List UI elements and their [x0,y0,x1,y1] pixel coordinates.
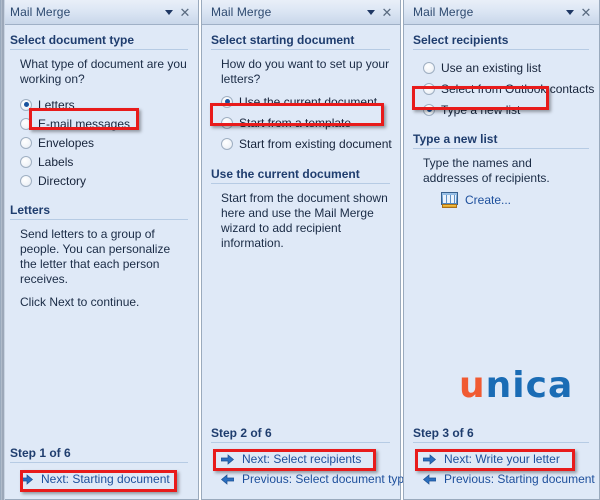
titlebar-title: Mail Merge [413,5,474,19]
close-icon[interactable]: ✕ [177,3,193,21]
radio-indicator [20,117,32,130]
radio-option-start-from-template[interactable]: Start from a template [221,112,392,133]
radio-label: E-mail messages [38,116,131,131]
close-icon[interactable]: ✕ [379,3,395,21]
create-recipient-list-link[interactable]: Create... [441,192,591,208]
close-icon[interactable]: ✕ [578,3,594,21]
logo-part-nica: nica [485,365,574,406]
recipients-radio-group: Use an existing list Select from Outlook… [423,57,595,120]
next-step-label: Next: Write your letter [444,452,560,466]
radio-indicator [423,82,435,95]
spreadsheet-icon [441,192,458,208]
radio-option-start-from-existing-document[interactable]: Start from existing document [221,133,392,154]
create-link-label: Create... [465,193,512,207]
radio-label: Type a new list [441,102,521,117]
radio-indicator [221,137,233,150]
previous-step-link[interactable]: Previous: Select document type [221,469,411,489]
radio-indicator [20,155,32,168]
unica-logo: unica [459,368,573,404]
detail-heading: Use the current document [211,167,390,184]
pane-body-step1: Select document type What type of docume… [1,25,198,446]
radio-option-labels[interactable]: Labels [20,152,190,171]
radio-indicator [20,98,32,111]
next-step-label: Next: Starting document [41,472,170,486]
pane-body-step3: Select recipients Use an existing list S… [404,25,599,426]
radio-label: Labels [38,154,74,169]
radio-label: Use the current document [239,94,378,109]
titlebar-step3: Mail Merge ✕ [404,0,599,25]
chevron-down-icon[interactable] [363,3,379,21]
radio-label: Directory [38,173,87,188]
section-heading: Select starting document [211,33,390,50]
radio-option-use-existing-list[interactable]: Use an existing list [423,57,591,78]
starting-document-radio-group: Use the current document Start from a te… [221,91,392,154]
mail-merge-wizard-screenshot: Mail Merge ✕ Select document type What t… [0,0,600,500]
previous-step-link[interactable]: Previous: Starting document [423,469,595,489]
radio-indicator [221,95,233,108]
previous-step-label: Previous: Starting document [444,472,595,486]
radio-label: Start from a template [239,115,352,130]
detail-text-secondary: Click Next to continue. [20,295,140,309]
arrow-left-icon [221,473,234,485]
radio-option-select-from-outlook-contacts[interactable]: Select from Outlook contacts [423,78,595,99]
step-indicator: Step 3 of 6 [413,426,589,443]
section-heading: Select document type [10,33,188,50]
next-step-link[interactable]: Next: Select recipients [221,449,392,469]
titlebar-step2: Mail Merge ✕ [202,0,400,25]
section-question: What type of document are you working on… [20,57,187,86]
pane-footer-step2: Step 2 of 6 Next: Select recipients Prev… [202,426,411,499]
radio-label: Use an existing list [441,60,542,75]
radio-option-type-a-new-list[interactable]: Type a new list [423,99,591,120]
detail-text-primary: Send letters to a group of people. You c… [20,227,171,286]
radio-option-email-messages[interactable]: E-mail messages [20,114,190,133]
radio-indicator [20,174,32,187]
detail-heading: Letters [10,203,188,220]
titlebar-title: Mail Merge [211,5,272,19]
step-indicator: Step 2 of 6 [211,426,390,443]
section-question: How do you want to set up your letters? [221,57,390,86]
radio-option-envelopes[interactable]: Envelopes [20,133,190,152]
pane-footer-step3: Step 3 of 6 Next: Write your letter Prev… [404,426,599,499]
radio-label: Select from Outlook contacts [441,81,595,96]
detail-text-primary: Type the names and addresses of recipien… [423,156,550,185]
arrow-right-icon [221,453,234,465]
arrow-right-icon [423,453,436,465]
radio-option-directory[interactable]: Directory [20,171,190,190]
radio-indicator [221,116,233,129]
detail-heading: Type a new list [413,132,589,149]
radio-label: Letters [38,97,75,112]
arrow-right-icon [20,473,33,485]
task-pane-step1: Mail Merge ✕ Select document type What t… [0,0,199,500]
titlebar-title: Mail Merge [10,5,71,19]
logo-part-u: u [459,365,486,406]
document-type-radio-group: Letters E-mail messages Envelopes Labels… [20,95,190,190]
arrow-left-icon [423,473,436,485]
section-heading: Select recipients [413,33,589,50]
chevron-down-icon[interactable] [161,3,177,21]
previous-step-label: Previous: Select document type [242,472,411,486]
titlebar-step1: Mail Merge ✕ [1,0,198,25]
radio-label: Start from existing document [239,136,392,151]
next-step-link[interactable]: Next: Write your letter [423,449,591,469]
chevron-down-icon[interactable] [562,3,578,21]
next-step-label: Next: Select recipients [242,452,362,466]
detail-text-primary: Start from the document shown here and u… [221,191,388,250]
task-pane-step2: Mail Merge ✕ Select starting document Ho… [201,0,411,500]
radio-indicator [423,61,435,74]
step-indicator: Step 1 of 6 [10,446,188,463]
radio-option-use-current-document[interactable]: Use the current document [221,91,392,112]
pane-body-step2: Select starting document How do you want… [202,25,400,426]
radio-label: Envelopes [38,135,95,150]
pane-footer-step1: Step 1 of 6 Next: Starting document [1,446,198,499]
next-step-link[interactable]: Next: Starting document [20,469,190,489]
radio-indicator [423,103,435,116]
task-pane-step3: Mail Merge ✕ Select recipients Use an ex… [403,0,600,500]
radio-option-letters[interactable]: Letters [20,95,190,114]
radio-indicator [20,136,32,149]
